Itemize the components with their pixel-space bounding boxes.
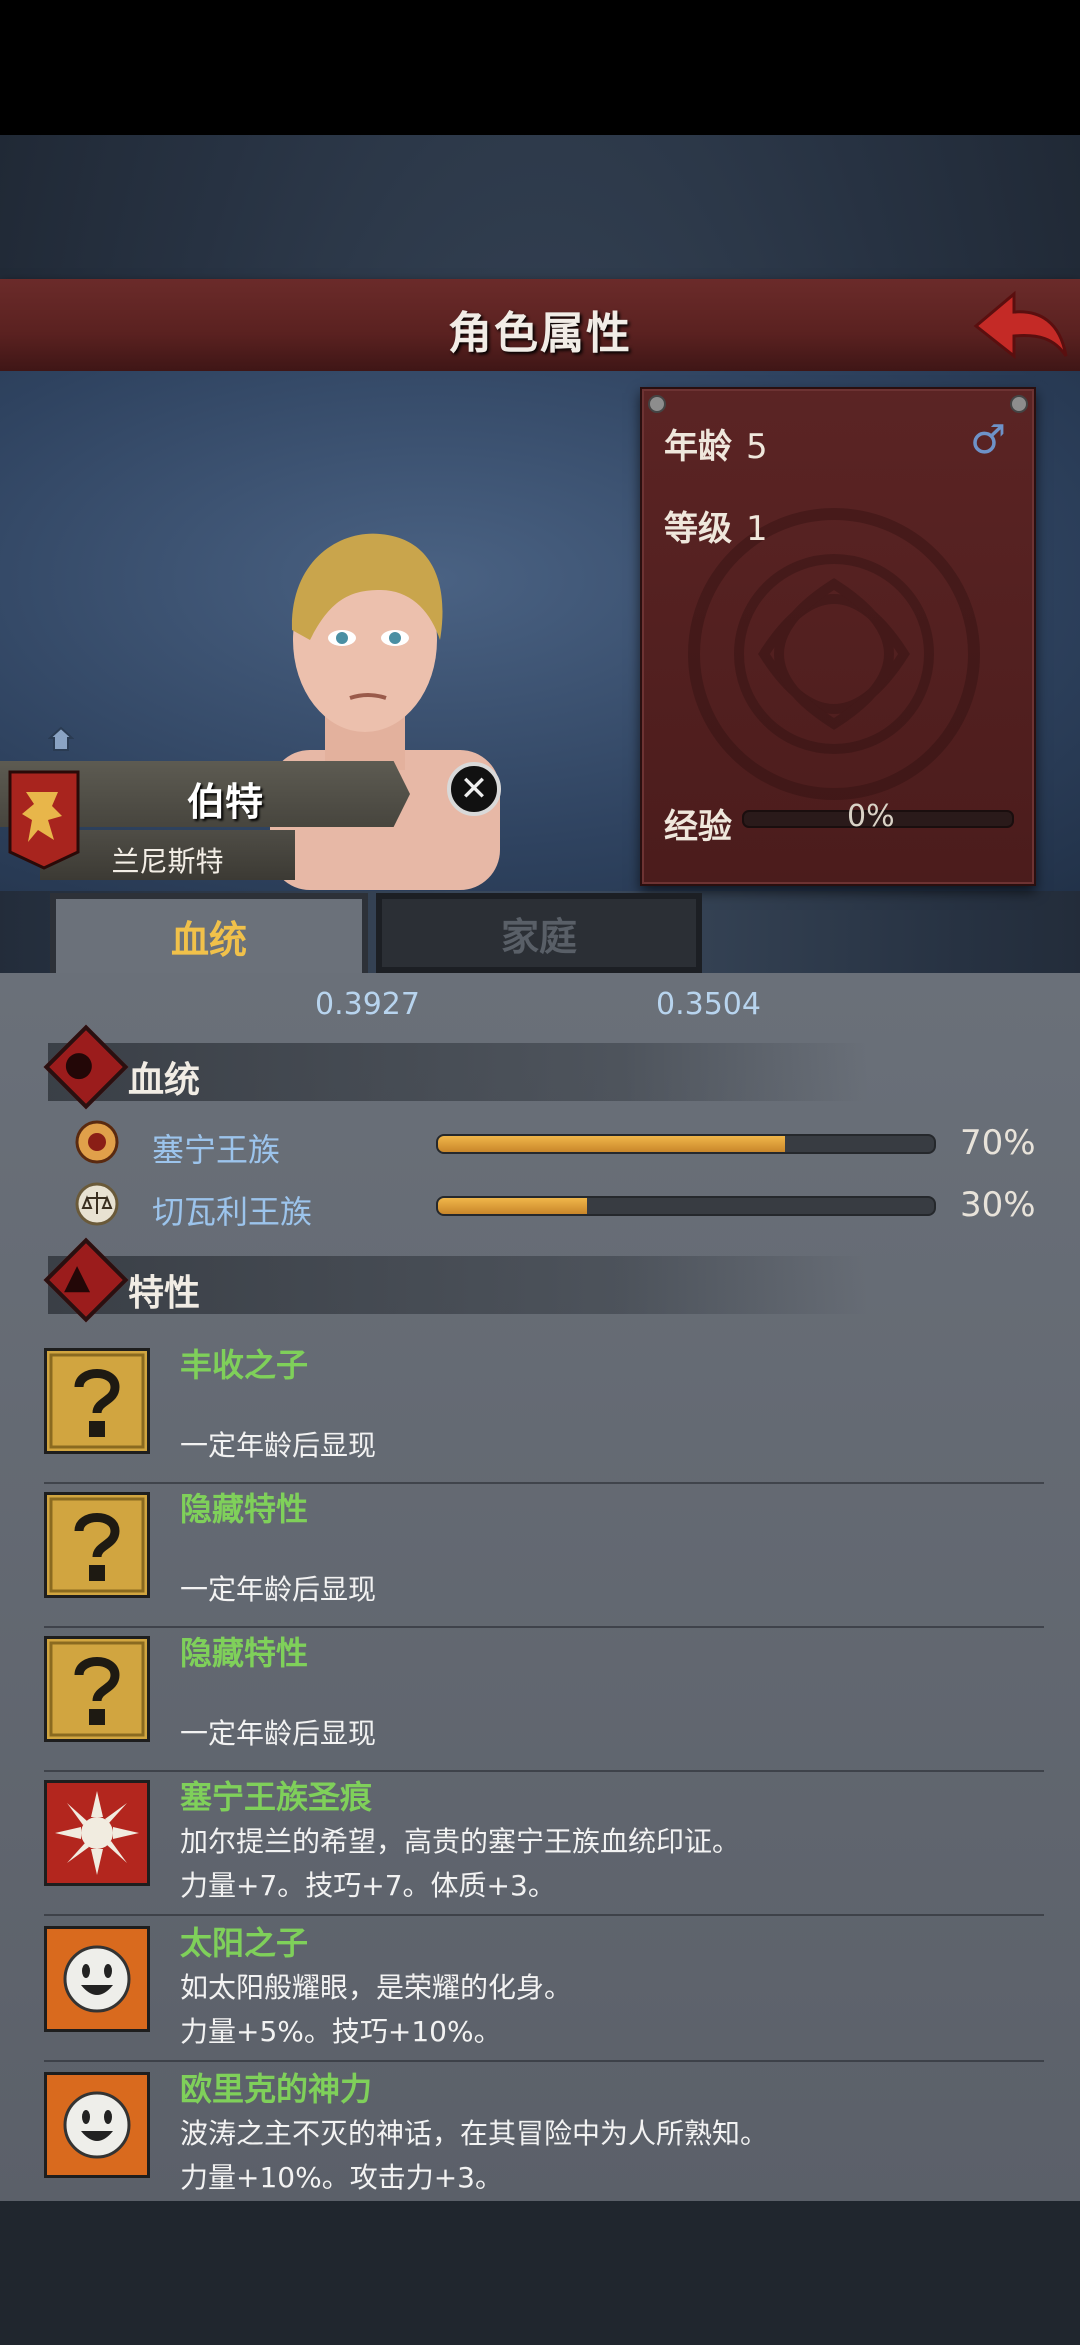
exp-label: 经验 [664, 807, 732, 847]
trait-description: 波涛之主不灭的神话，在其冒险中为人所熟知。 [180, 2117, 769, 2150]
character-info-panel: 年龄 5 ♂ 等级 1 经验 0% [640, 387, 1036, 886]
traits-section-header: ▲ 特性 [43, 1237, 868, 1323]
stat-value-right: 0.3504 [656, 987, 761, 1022]
stat-value-left: 0.3927 [315, 987, 420, 1022]
bloodline-percent: 70% [960, 1123, 1036, 1163]
bloodline-name: 塞宁王族 [152, 1131, 281, 1169]
trait-name: 隐藏特性 [180, 1490, 309, 1528]
age-row: 年龄 5 [664, 419, 768, 468]
close-icon: ✕ [459, 769, 489, 809]
age-value: 5 [746, 427, 768, 467]
smiling-sun-icon [44, 1926, 150, 2032]
dismiss-button[interactable]: ✕ [447, 762, 501, 816]
flame-glyph: ▲ [64, 1257, 91, 1297]
house-rank-icon [48, 726, 74, 751]
sun-sigil-icon [44, 1780, 150, 1886]
smiling-sun-icon [44, 2072, 150, 2178]
trait-effect: 力量+5%。技巧+10%。 [180, 2015, 502, 2048]
bloodline-percent: 30% [960, 1185, 1036, 1225]
trait-description: 一定年龄后显现 [180, 1717, 377, 1750]
tab-family[interactable]: 家庭 [376, 893, 702, 973]
trait-row[interactable]: 隐藏特性一定年龄后显现 [44, 1484, 1044, 1628]
character-name: 伯特 [186, 780, 263, 824]
trait-row[interactable]: 隐藏特性一定年龄后显现 [44, 1628, 1044, 1772]
bloodline-row: 塞宁王族 70% [70, 1118, 1040, 1170]
bloodline-section-title: 血统 [128, 1060, 201, 1101]
trait-name: 太阳之子 [180, 1924, 309, 1962]
level-label: 等级 [664, 509, 732, 549]
bloodline-progress-bar [436, 1134, 936, 1154]
trait-description: 一定年龄后显现 [180, 1573, 377, 1606]
age-label: 年龄 [664, 427, 732, 467]
level-value: 1 [746, 509, 768, 549]
red-back-arrow-icon [973, 290, 1068, 360]
bloodline-section-header: ● 血统 [43, 1024, 868, 1110]
scales-crest-icon [75, 1182, 119, 1226]
trait-row[interactable]: 欧里克的神力波涛之主不灭的神话，在其冒险中为人所熟知。 力量+10%。攻击力+3。 [44, 2064, 1044, 2208]
bottom-area [0, 2201, 1080, 2345]
trait-name: 塞宁王族圣痕 [180, 1778, 373, 1816]
trait-row[interactable]: 丰收之子一定年龄后显现 [44, 1340, 1044, 1484]
bloodline-row: 切瓦利王族 30% [70, 1180, 1040, 1232]
trait-name: 丰收之子 [180, 1346, 309, 1384]
trait-description: 如太阳般耀眼，是荣耀的化身。 [180, 1971, 573, 2004]
trait-description: 一定年龄后显现 [180, 1429, 377, 1462]
bloodline-progress-bar [436, 1196, 936, 1216]
page-title: 角色属性 [448, 308, 632, 359]
bloodline-progress-fill [438, 1198, 587, 1214]
lion-crest-icon [8, 770, 80, 870]
trait-name: 欧里克的神力 [180, 2070, 373, 2108]
bloodline-name: 切瓦利王族 [152, 1193, 313, 1231]
question-mark-icon [44, 1636, 150, 1742]
exp-value: 0% [847, 799, 895, 834]
status-bar-area [0, 0, 1080, 135]
trait-effect: 力量+10%。攻击力+3。 [180, 2161, 503, 2194]
level-row: 等级 1 [664, 501, 768, 550]
trait-description: 加尔提兰的希望，高贵的塞宁王族血统印证。 [180, 1825, 741, 1858]
trait-row[interactable]: 太阳之子如太阳般耀眼，是荣耀的化身。 力量+5%。技巧+10%。 [44, 1918, 1044, 2062]
trait-name: 隐藏特性 [180, 1634, 309, 1672]
header-banner: 角色属性 [0, 279, 1080, 371]
traits-section-title: 特性 [128, 1273, 201, 1314]
question-mark-icon [44, 1348, 150, 1454]
panel-rivet [1010, 395, 1028, 413]
panel-rivet [648, 395, 666, 413]
trait-row[interactable]: 塞宁王族圣痕加尔提兰的希望，高贵的塞宁王族血统印证。 力量+7。技巧+7。体质+3… [44, 1772, 1044, 1916]
sun-crest-icon [75, 1120, 119, 1164]
tab-bloodline[interactable]: 血统 [50, 893, 368, 973]
male-gender-icon: ♂ [970, 417, 1006, 463]
bloodline-progress-fill [438, 1136, 786, 1152]
back-button[interactable] [970, 286, 1070, 366]
trait-effect: 力量+7。技巧+7。体质+3。 [180, 1869, 556, 1902]
blood-drop-glyph: ● [64, 1044, 94, 1084]
question-mark-icon [44, 1492, 150, 1598]
